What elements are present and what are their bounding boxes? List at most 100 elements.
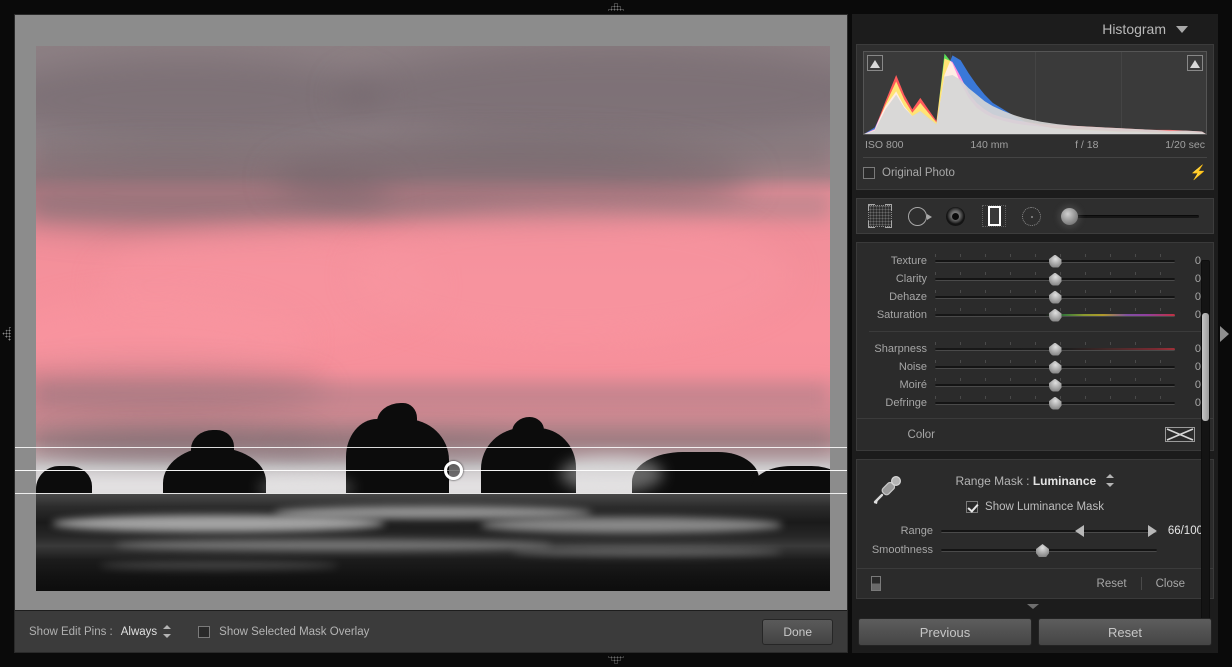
chevron-down-icon[interactable] bbox=[1176, 26, 1188, 33]
adjustment-group-two: Sharpness0Noise0Moiré0Defringe0 bbox=[857, 340, 1213, 411]
slider-track[interactable] bbox=[935, 378, 1175, 392]
range-high-handle[interactable] bbox=[1148, 525, 1157, 537]
scrollbar-thumb[interactable] bbox=[1202, 313, 1209, 421]
highlight-clipping-icon[interactable] bbox=[1187, 55, 1203, 71]
range-mask-label: Range Mask : bbox=[955, 474, 1029, 488]
previous-button[interactable]: Previous bbox=[858, 618, 1032, 646]
show-mask-overlay-label[interactable]: Show Selected Mask Overlay bbox=[219, 626, 369, 638]
slider-label: Texture bbox=[857, 255, 935, 267]
exif-iso: ISO 800 bbox=[865, 139, 904, 151]
slider-track[interactable] bbox=[935, 272, 1175, 286]
photo-preview[interactable] bbox=[36, 46, 830, 591]
slider-track[interactable] bbox=[935, 254, 1175, 268]
original-photo-checkbox[interactable] bbox=[863, 167, 875, 179]
cloud-shape bbox=[354, 210, 791, 341]
red-eye-correction-tool[interactable] bbox=[943, 203, 969, 229]
adjustment-group-one: Texture0Clarity0Dehaze0Saturation0 bbox=[857, 252, 1213, 323]
slider-row-saturation[interactable]: Saturation 0 bbox=[857, 306, 1213, 323]
slider-value[interactable]: 0 bbox=[1175, 255, 1201, 267]
radial-filter-tool[interactable] bbox=[1019, 203, 1045, 229]
slider-value[interactable]: 0 bbox=[1175, 273, 1201, 285]
smoothness-handle[interactable] bbox=[1036, 544, 1049, 557]
right-panel-scrollbar[interactable] bbox=[1201, 260, 1210, 620]
exif-aperture: f / 18 bbox=[1075, 139, 1098, 151]
no-color-swatch-icon[interactable] bbox=[1165, 427, 1195, 442]
slider-value[interactable]: 0 bbox=[1175, 379, 1201, 391]
slider-value[interactable]: 0 bbox=[1175, 343, 1201, 355]
range-mask-value[interactable]: Luminance bbox=[1033, 474, 1096, 488]
color-row[interactable]: Color bbox=[857, 418, 1213, 444]
shadow-clipping-icon[interactable] bbox=[867, 55, 883, 71]
close-link[interactable]: Close bbox=[1142, 578, 1199, 590]
mask-tool-strip bbox=[856, 198, 1214, 234]
show-luminance-mask-checkbox[interactable] bbox=[966, 501, 978, 513]
slider-label: Clarity bbox=[857, 273, 935, 285]
slider-row-defringe[interactable]: Defringe0 bbox=[857, 394, 1213, 411]
slider-track[interactable] bbox=[935, 290, 1175, 304]
eyedropper-icon[interactable] bbox=[871, 472, 905, 506]
slider-track[interactable] bbox=[935, 396, 1175, 410]
slider-track[interactable] bbox=[935, 360, 1175, 374]
slider-row-sharpness[interactable]: Sharpness0 bbox=[857, 340, 1213, 357]
show-edit-pins-stepper-icon[interactable] bbox=[163, 625, 172, 638]
slider-value[interactable]: 0 bbox=[1175, 291, 1201, 303]
range-label: Range bbox=[857, 525, 941, 537]
image-work-area[interactable]: Show Edit Pins : Always Show Selected Ma… bbox=[14, 14, 848, 653]
show-edit-pins-value[interactable]: Always bbox=[121, 626, 157, 638]
range-slider[interactable] bbox=[941, 523, 1157, 539]
exif-focal-length: 140 mm bbox=[970, 139, 1008, 151]
slider-track[interactable] bbox=[935, 342, 1175, 356]
histogram-exif-row: ISO 800 140 mm f / 18 1/20 sec bbox=[863, 135, 1207, 153]
color-label: Color bbox=[857, 429, 935, 441]
surf-line bbox=[100, 561, 338, 570]
collapse-left-panel-icon[interactable] bbox=[2, 326, 11, 342]
slider-row-noise[interactable]: Noise0 bbox=[857, 358, 1213, 375]
smoothness-slider-row[interactable]: Smoothness bbox=[857, 541, 1213, 559]
range-slider-row[interactable]: Range 66/100 bbox=[857, 522, 1213, 540]
histogram-header[interactable]: Histogram bbox=[852, 14, 1218, 44]
cloud-shape bbox=[274, 139, 750, 221]
collapse-right-panel-icon[interactable] bbox=[1220, 326, 1229, 342]
toggle-switch-icon[interactable] bbox=[871, 576, 881, 591]
sea-mist bbox=[560, 455, 663, 493]
range-mask-title-row[interactable]: Range Mask : Luminance bbox=[857, 470, 1213, 488]
right-develop-panel: Histogram ISO 800 140 mm f / 18 1/20 sec bbox=[852, 14, 1218, 653]
surf-line bbox=[274, 506, 592, 519]
slider-value[interactable]: 0 bbox=[1175, 397, 1201, 409]
range-low-handle[interactable] bbox=[1075, 525, 1084, 537]
slider-row-texture[interactable]: Texture 0 bbox=[857, 252, 1213, 269]
range-mask-stepper-icon[interactable] bbox=[1106, 474, 1115, 487]
slider-row-moir[interactable]: Moiré 0 bbox=[857, 376, 1213, 393]
reset-button[interactable]: Reset bbox=[1038, 618, 1212, 646]
reset-link[interactable]: Reset bbox=[1083, 578, 1141, 590]
collapse-bottom-panel-icon[interactable] bbox=[607, 656, 625, 665]
original-photo-label[interactable]: Original Photo bbox=[882, 167, 955, 179]
spot-removal-tool[interactable] bbox=[905, 203, 931, 229]
slider-track[interactable] bbox=[935, 308, 1175, 322]
local-adjustment-sliders: Texture0Clarity0Dehaze0Saturation0 Sharp… bbox=[856, 242, 1214, 451]
graduated-filter-pin[interactable] bbox=[444, 461, 463, 480]
graduated-filter-tool[interactable] bbox=[981, 203, 1007, 229]
lightroom-develop-window: Show Edit Pins : Always Show Selected Ma… bbox=[0, 0, 1232, 667]
show-mask-overlay-checkbox[interactable] bbox=[198, 626, 210, 638]
done-button[interactable]: Done bbox=[762, 619, 833, 645]
slider-value[interactable]: 0 bbox=[1175, 361, 1201, 373]
panel-collapse-caret-icon[interactable] bbox=[1027, 604, 1039, 609]
sea-stack bbox=[191, 430, 235, 457]
collapse-top-panel-icon[interactable] bbox=[607, 2, 625, 11]
slider-value[interactable]: 0 bbox=[1175, 309, 1201, 321]
smoothness-slider[interactable] bbox=[941, 542, 1157, 558]
original-photo-row[interactable]: Original Photo ⚡ bbox=[863, 157, 1207, 183]
slider-row-dehaze[interactable]: Dehaze0 bbox=[857, 288, 1213, 305]
slider-row-clarity[interactable]: Clarity 0 bbox=[857, 270, 1213, 287]
histogram-plot[interactable] bbox=[863, 51, 1207, 135]
show-luminance-mask-row[interactable]: Show Luminance Mask bbox=[857, 488, 1213, 521]
show-luminance-mask-label[interactable]: Show Luminance Mask bbox=[985, 501, 1104, 513]
slider-label: Moiré bbox=[857, 379, 935, 391]
crop-overlay-tool[interactable] bbox=[867, 203, 893, 229]
slider-label: Saturation bbox=[857, 309, 935, 321]
range-mask-panel: Range Mask : Luminance Show Luminance Ma… bbox=[856, 459, 1214, 599]
canvas-stage[interactable] bbox=[15, 15, 847, 611]
lightning-icon[interactable]: ⚡ bbox=[1190, 164, 1207, 181]
brush-size-slider[interactable] bbox=[1061, 207, 1203, 225]
